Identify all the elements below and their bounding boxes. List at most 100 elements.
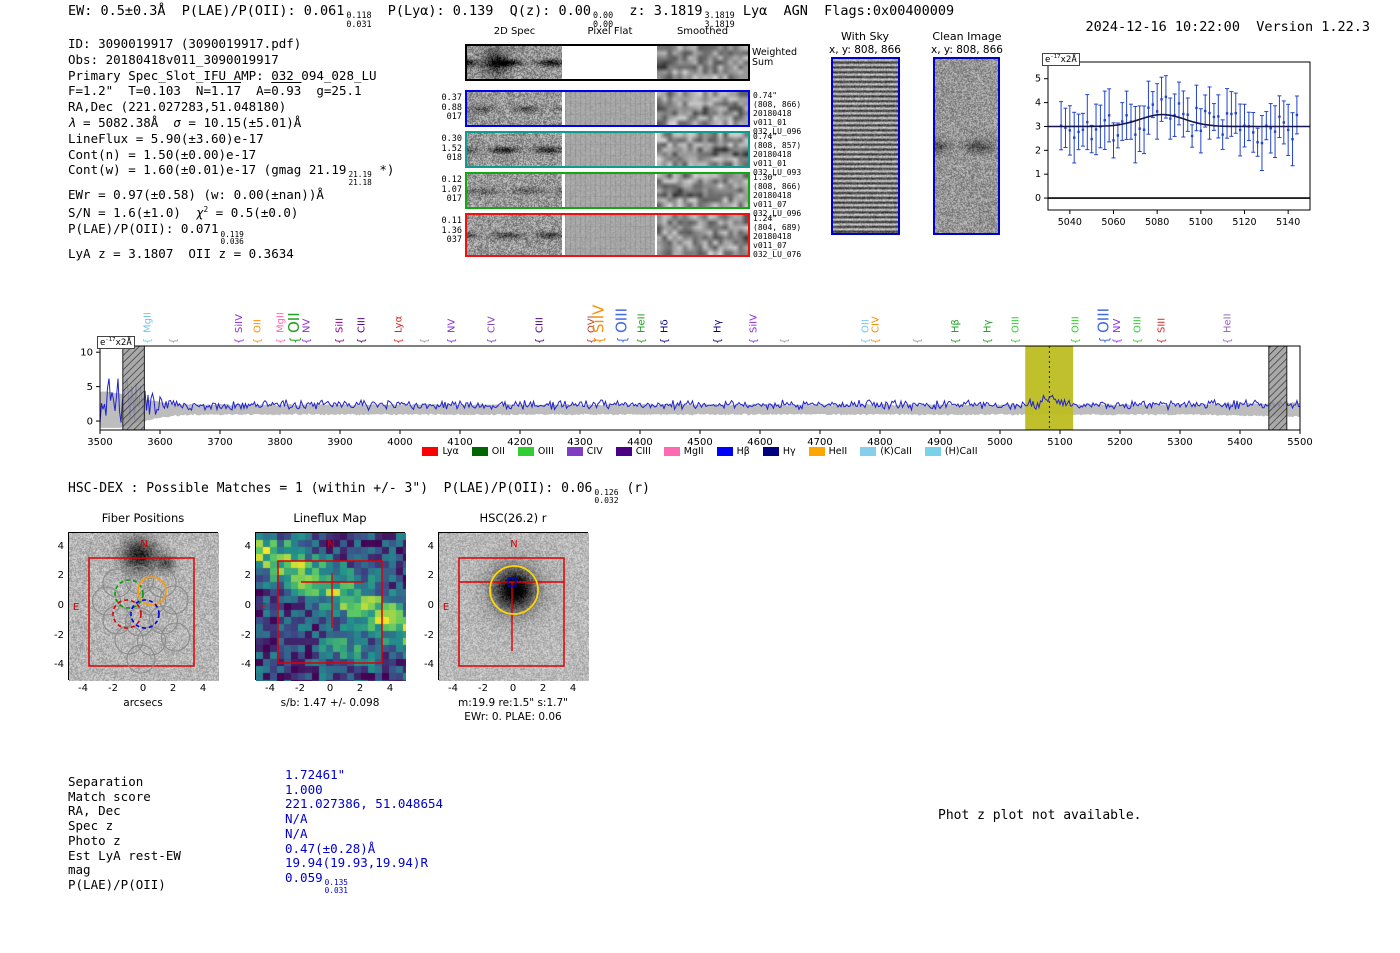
info-line: Cont(n) = 1.50(±0.00)e-17 <box>68 146 257 162</box>
svg-text:5500: 5500 <box>1287 437 1312 448</box>
fiber-pixelflat-image <box>565 174 655 207</box>
svg-text:{: { <box>637 338 648 344</box>
svg-text:5100: 5100 <box>1189 217 1213 228</box>
info-line: RA,Dec (221.027283,51.048180) <box>68 99 287 115</box>
fiber-2dspec-image <box>467 174 562 207</box>
svg-text:OIII: OIII <box>613 308 631 333</box>
clean-coords: x, y: 808, 866 <box>931 44 1003 56</box>
spec2d-col-title: Pixel Flat <box>587 26 633 37</box>
svg-text:CIV: CIV <box>871 316 882 333</box>
svg-text:CIV: CIV <box>487 316 498 333</box>
svg-text:{: { <box>1222 338 1233 344</box>
svg-text:{: { <box>616 336 630 344</box>
svg-text:N: N <box>510 539 517 550</box>
y-tick-label: -2 <box>54 629 64 641</box>
svg-text:0: 0 <box>1035 193 1041 204</box>
legend-label: CIII <box>635 446 651 457</box>
svg-text:{: { <box>982 338 993 344</box>
report-version: Version 1.22.3 <box>1256 19 1371 35</box>
match-table-label: P(LAE)/P(OII) <box>68 876 166 892</box>
svg-text:{: { <box>1011 338 1022 344</box>
cutout-fiber-overlay: NE <box>73 539 195 674</box>
weighted-2dspec-image <box>467 46 562 79</box>
clean-image-panel: Clean Image x, y: 808, 866 <box>922 30 1012 235</box>
svg-text:{: { <box>913 338 924 344</box>
svg-text:SiIV: SiIV <box>589 304 607 333</box>
zoom-flux-units-label: e-17x2Å <box>1042 53 1080 66</box>
svg-text:OII: OII <box>253 319 264 333</box>
x-tick-label: 0 <box>326 683 334 694</box>
match-table-label: Est LyA rest-EW <box>68 847 181 863</box>
cutout-lineflux-title: Lineflux Map <box>293 511 367 525</box>
svg-text:{: { <box>951 338 962 344</box>
svg-text:Lyα: Lyα <box>394 315 405 333</box>
svg-text:3700: 3700 <box>207 437 232 448</box>
info-line: EWr = 0.97(±0.58) (w: 0.00(±nan))Å <box>68 186 324 202</box>
svg-text:{: { <box>169 338 180 344</box>
svg-text:3800: 3800 <box>267 437 292 448</box>
clean-image <box>935 59 998 233</box>
svg-text:{: { <box>1156 338 1167 344</box>
svg-text:SiII: SiII <box>334 318 345 333</box>
info-line: Obs: 20180418v011_3090019917 <box>68 51 279 67</box>
legend-item: OIII <box>517 446 554 457</box>
hscdex-match-line: HSC-DEX : Possible Matches = 1 (within +… <box>68 481 650 506</box>
svg-text:{: { <box>1132 338 1143 344</box>
legend-swatch <box>808 447 825 456</box>
fiber-row-annotation: 1.30" (808, 866) 20180418 v011_07 032_LU_096 <box>753 173 802 218</box>
y-tick-label: 2 <box>427 570 434 582</box>
spec2d-fiber-row <box>465 213 750 257</box>
header-summary-line: EW: 0.5±0.3Å P(LAE)/P(OII): 0.061 0.118 0.… <box>68 3 955 29</box>
svg-text:Hβ: Hβ <box>951 319 962 333</box>
info-line: Primary Spec_Slot_IFU_AMP: 032_094_028_L… <box>68 67 377 83</box>
svg-text:5060: 5060 <box>1101 217 1125 228</box>
match-table-value: N/A <box>285 825 308 841</box>
cutout-lineflux-overlay: NE <box>260 539 383 664</box>
report-datetime: 2024-12-16 10:22:00 <box>1085 19 1240 35</box>
x-tick-label: 4 <box>569 683 577 694</box>
legend-swatch <box>663 447 680 456</box>
svg-text:5140: 5140 <box>1276 217 1300 228</box>
cutout-lineflux-caption: s/b: 1.47 +/- 0.098 <box>280 697 380 709</box>
full-spectrum-plot: 3500 3600 3700 3800 3900 4000 4100 4200 4300 4400… <box>80 304 1312 448</box>
svg-text:5400: 5400 <box>1227 437 1252 448</box>
svg-text:4: 4 <box>1035 98 1041 109</box>
legend-swatch <box>517 447 534 456</box>
match-table-label: Separation <box>68 774 144 789</box>
match-table-value: 0.47(±0.28)Å <box>285 840 376 856</box>
svg-text:Hγ: Hγ <box>982 319 993 333</box>
cutout-hsc-caption: EWr: 0. PLAE: 0.06 <box>464 711 562 723</box>
svg-text:2: 2 <box>1035 145 1041 156</box>
weighted-sum-label: Weighted Sum <box>752 47 797 68</box>
x-tick-label: 2 <box>356 683 364 694</box>
fiber-smoothed-image <box>657 92 748 125</box>
legend-label: MgII <box>683 446 704 457</box>
legend-swatch <box>860 447 877 456</box>
y-tick-label: -2 <box>241 629 251 641</box>
info-line: LineFlux = 5.90(±3.60)e-17 <box>68 130 264 146</box>
legend-label: CIV <box>586 446 603 457</box>
svg-text:{: { <box>447 338 458 344</box>
info-line: Cont(w) = 1.60(±0.01)e-17 (gmag 21.19 21.… <box>68 162 395 188</box>
svg-text:HeII: HeII <box>637 313 648 333</box>
fiber-smoothed-image <box>657 215 748 255</box>
match-table-label: Spec z <box>68 818 114 834</box>
fiber-row-weights: 0.37 0.88 017 <box>441 93 462 122</box>
emission-line-legend: Lyα OII OIII CIV CIII MgII Hβ Hγ HeII (K)CaII (H)C… <box>320 446 1080 457</box>
svg-text:{: { <box>142 338 153 344</box>
svg-text:Hδ: Hδ <box>660 319 671 333</box>
legend-swatch <box>422 447 439 456</box>
withsky-coords: x, y: 808, 866 <box>829 44 901 56</box>
fiber-row-weights: 0.30 1.52 018 <box>441 134 462 163</box>
legend-item: (K)CaII <box>860 446 912 457</box>
svg-text:Hγ: Hγ <box>712 319 723 333</box>
x-tick-label: 4 <box>386 683 394 694</box>
fiber-pixelflat-image <box>565 92 655 125</box>
spec2d-fiber-row <box>465 131 750 168</box>
svg-text:{: { <box>780 338 791 344</box>
cutout-fiber-frame: NE <box>68 532 219 681</box>
svg-text:{: { <box>334 338 345 344</box>
legend-item: Lyα <box>422 446 459 457</box>
x-tick-label: -2 <box>108 683 118 694</box>
